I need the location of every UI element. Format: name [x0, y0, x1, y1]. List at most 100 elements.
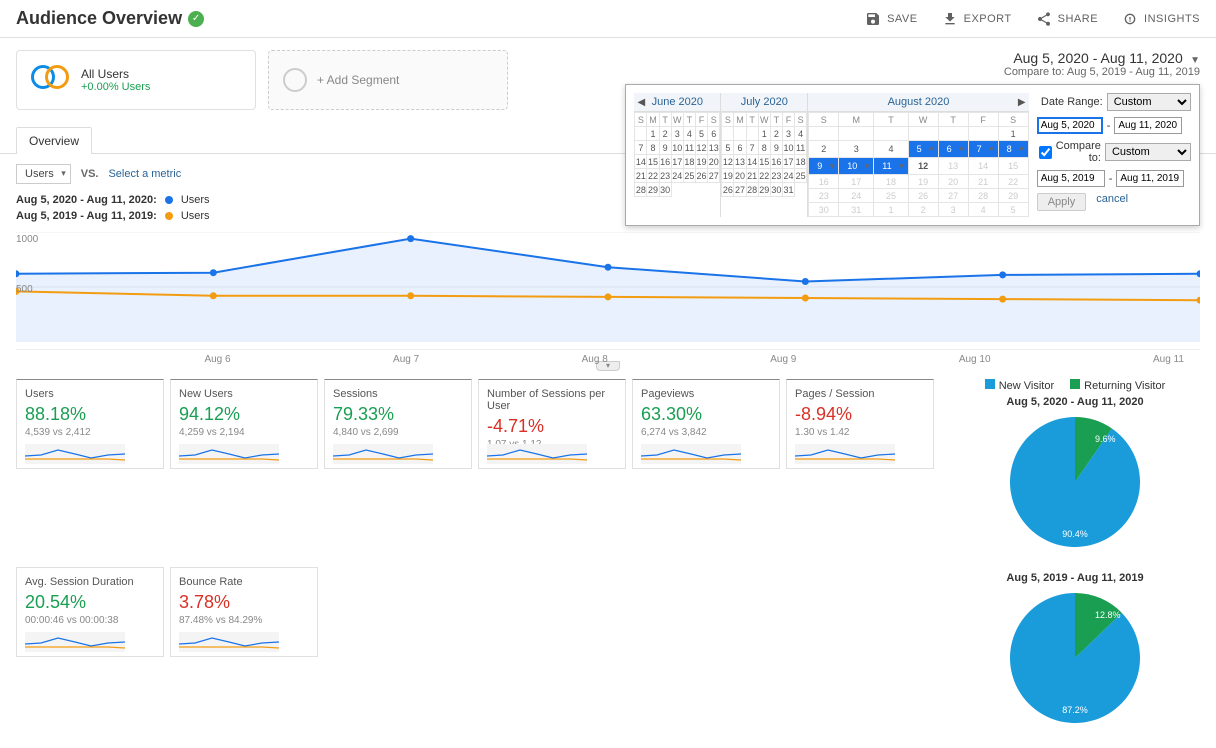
cal-day[interactable]: 19 — [695, 155, 707, 169]
next-month[interactable]: ▶ — [1015, 97, 1029, 108]
cal-day[interactable]: 26 — [722, 183, 734, 197]
cal-day[interactable]: 16 — [809, 175, 839, 189]
cal-day[interactable]: 17 — [782, 155, 794, 169]
cal-day[interactable]: 6 — [708, 127, 720, 141]
select-metric-link[interactable]: Select a metric — [108, 168, 181, 180]
metric-card[interactable]: Number of Sessions per User-4.71%1.07 vs… — [478, 379, 626, 469]
compare-start-input[interactable] — [1037, 170, 1105, 187]
cal-day[interactable]: 1 — [647, 127, 659, 141]
cal-day[interactable]: 27 — [734, 183, 746, 197]
apply-button[interactable]: Apply — [1037, 193, 1087, 211]
segment-all-users[interactable]: All Users +0.00% Users — [16, 50, 256, 110]
cal-day[interactable]: 22 — [758, 169, 770, 183]
cal-day[interactable]: 29 — [758, 183, 770, 197]
compare-end-input[interactable] — [1116, 170, 1184, 187]
cal-day[interactable]: 13 — [734, 155, 746, 169]
cal-day[interactable]: 27 — [938, 189, 968, 203]
cal-day[interactable]: 11 — [795, 141, 807, 155]
cal-day[interactable]: 20 — [938, 175, 968, 189]
metric-card[interactable]: Users88.18%4,539 vs 2,412 — [16, 379, 164, 469]
cal-day[interactable]: 8 — [647, 141, 659, 155]
cal-day[interactable]: 18 — [874, 175, 908, 189]
cal-day[interactable]: 7 — [968, 141, 998, 158]
save-button[interactable]: SAVE — [865, 11, 918, 27]
cal-day[interactable]: 4 — [795, 127, 807, 141]
cal-day[interactable]: 3 — [671, 127, 683, 141]
cal-day[interactable]: 20 — [708, 155, 720, 169]
add-segment-button[interactable]: + Add Segment — [268, 50, 508, 110]
cal-day[interactable]: 17 — [671, 155, 683, 169]
cal-day[interactable]: 7 — [635, 141, 647, 155]
cal-day[interactable]: 10 — [782, 141, 794, 155]
cal-day[interactable]: 16 — [659, 155, 671, 169]
compare-to-select[interactable]: Custom — [1105, 143, 1191, 161]
cal-day[interactable]: 24 — [839, 189, 874, 203]
cal-day[interactable]: 29 — [647, 183, 659, 197]
insights-button[interactable]: INSIGHTS — [1122, 11, 1200, 27]
tab-overview[interactable]: Overview — [16, 127, 92, 154]
cal-day[interactable]: 9 — [770, 141, 782, 155]
cal-day[interactable]: 7 — [746, 141, 758, 155]
start-date-input[interactable] — [1037, 117, 1103, 134]
cal-day[interactable]: 12 — [722, 155, 734, 169]
cal-day[interactable]: 4 — [683, 127, 695, 141]
cal-day[interactable]: 17 — [839, 175, 874, 189]
metric-card[interactable]: Pageviews63.30%6,274 vs 3,842 — [632, 379, 780, 469]
cal-day[interactable]: 9 — [659, 141, 671, 155]
cal-day[interactable]: 24 — [671, 169, 683, 183]
cal-day[interactable]: 2 — [659, 127, 671, 141]
cal-day[interactable]: 13 — [938, 158, 968, 175]
cal-day[interactable]: 2 — [809, 141, 839, 158]
cancel-link[interactable]: cancel — [1096, 193, 1128, 211]
cal-day[interactable]: 21 — [746, 169, 758, 183]
metric-card[interactable]: Pages / Session-8.94%1.30 vs 1.42 — [786, 379, 934, 469]
cal-day[interactable]: 22 — [998, 175, 1028, 189]
cal-day[interactable]: 13 — [708, 141, 720, 155]
export-button[interactable]: EXPORT — [942, 11, 1012, 27]
cal-day[interactable]: 14 — [968, 158, 998, 175]
cal-day[interactable]: 30 — [809, 203, 839, 217]
cal-day[interactable]: 21 — [968, 175, 998, 189]
cal-day[interactable]: 8 — [758, 141, 770, 155]
metric-card[interactable]: New Users94.12%4,259 vs 2,194 — [170, 379, 318, 469]
cal-day[interactable]: 26 — [695, 169, 707, 183]
cal-day[interactable]: 23 — [659, 169, 671, 183]
metric-card[interactable]: Bounce Rate3.78%87.48% vs 84.29% — [170, 567, 318, 657]
date-range-select[interactable]: Custom — [1107, 93, 1191, 111]
cal-day[interactable]: 2 — [770, 127, 782, 141]
cal-day[interactable]: 27 — [708, 169, 720, 183]
compare-to-checkbox[interactable] — [1039, 146, 1052, 159]
cal-day[interactable]: 5 — [908, 141, 938, 158]
cal-day[interactable]: 12 — [908, 158, 938, 175]
cal-day[interactable]: 18 — [795, 155, 807, 169]
date-range-toggle[interactable]: Aug 5, 2020 - Aug 11, 2020 ▼ — [1004, 50, 1200, 66]
cal-day[interactable]: 28 — [635, 183, 647, 197]
cal-day[interactable]: 30 — [770, 183, 782, 197]
cal-day[interactable]: 31 — [839, 203, 874, 217]
metric-card[interactable]: Avg. Session Duration20.54%00:00:46 vs 0… — [16, 567, 164, 657]
cal-day[interactable]: 11 — [683, 141, 695, 155]
cal-day[interactable]: 29 — [998, 189, 1028, 203]
primary-metric-select[interactable]: Users — [16, 164, 71, 184]
cal-day[interactable]: 19 — [722, 169, 734, 183]
cal-day[interactable]: 9 — [809, 158, 839, 175]
cal-day[interactable]: 1 — [998, 127, 1028, 141]
cal-day[interactable]: 28 — [968, 189, 998, 203]
cal-day[interactable]: 5 — [722, 141, 734, 155]
cal-day[interactable]: 22 — [647, 169, 659, 183]
cal-day[interactable]: 3 — [782, 127, 794, 141]
cal-day[interactable]: 25 — [874, 189, 908, 203]
cal-day[interactable]: 23 — [770, 169, 782, 183]
cal-day[interactable]: 11 — [874, 158, 908, 175]
cal-day[interactable]: 28 — [746, 183, 758, 197]
cal-day[interactable]: 15 — [998, 158, 1028, 175]
cal-day[interactable]: 8 — [998, 141, 1028, 158]
cal-day[interactable]: 14 — [746, 155, 758, 169]
share-button[interactable]: SHARE — [1036, 11, 1098, 27]
cal-day[interactable]: 6 — [938, 141, 968, 158]
cal-day[interactable]: 20 — [734, 169, 746, 183]
cal-day[interactable]: 14 — [635, 155, 647, 169]
cal-day[interactable]: 26 — [908, 189, 938, 203]
cal-day[interactable]: 15 — [758, 155, 770, 169]
cal-day[interactable]: 12 — [695, 141, 707, 155]
